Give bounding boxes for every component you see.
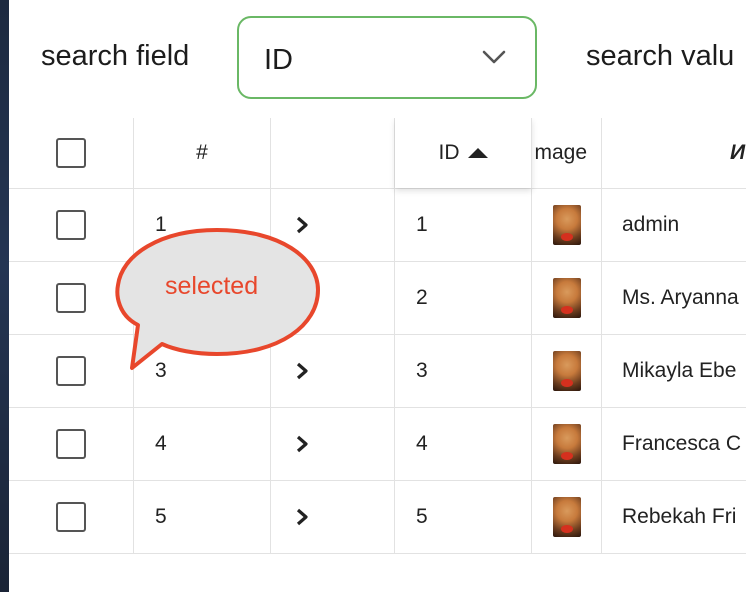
- kitten-thumbnail: [552, 424, 581, 464]
- row-name: admin: [622, 213, 680, 236]
- column-header-expand: [271, 118, 395, 188]
- select-all-checkbox[interactable]: [56, 138, 86, 168]
- row-name: Francesca C: [622, 432, 742, 455]
- row-expand-cell: [271, 481, 395, 553]
- kitten-thumbnail: [552, 497, 581, 537]
- row-checkbox[interactable]: [56, 356, 86, 386]
- row-image-cell: [532, 335, 602, 407]
- row-number-cell: 4: [134, 408, 271, 480]
- table-header: # ID mage И: [9, 118, 746, 189]
- select-all-cell: [9, 118, 134, 188]
- column-header-number-label: #: [196, 141, 208, 164]
- chevron-down-icon: [482, 50, 506, 64]
- selected-callout-text: selected: [165, 272, 259, 300]
- row-name: Ms. Aryanna: [622, 286, 739, 309]
- search-field-label: search field: [41, 40, 190, 72]
- search-field-select[interactable]: ID: [237, 16, 537, 99]
- row-number-cell: 5: [134, 481, 271, 553]
- kitten-thumbnail: [552, 278, 581, 318]
- column-header-image-label: mage: [534, 141, 587, 164]
- row-select-cell: [9, 408, 134, 480]
- row-name-cell: Rebekah Fri: [602, 481, 746, 553]
- row-name-cell: Ms. Aryanna: [602, 262, 746, 334]
- row-image-cell: [532, 408, 602, 480]
- kitten-thumbnail: [552, 351, 581, 391]
- row-id-cell: 5: [395, 481, 532, 553]
- row-image-cell: [532, 481, 602, 553]
- window-edge: [0, 0, 9, 592]
- chevron-right-icon[interactable]: [295, 434, 309, 454]
- row-id: 1: [416, 213, 428, 236]
- selected-callout-bubble: [115, 228, 320, 370]
- row-id-cell: 3: [395, 335, 532, 407]
- row-name-cell: Mikayla Ebe: [602, 335, 746, 407]
- row-name-cell: admin: [602, 189, 746, 261]
- row-number: 5: [155, 505, 167, 528]
- column-header-name-label: И: [730, 141, 746, 164]
- sort-ascending-icon: [467, 148, 488, 158]
- row-checkbox[interactable]: [56, 283, 86, 313]
- row-id: 2: [416, 286, 428, 309]
- column-header-name[interactable]: И: [602, 118, 746, 188]
- row-checkbox[interactable]: [56, 502, 86, 532]
- column-header-id[interactable]: ID: [395, 118, 532, 188]
- column-header-id-label: ID: [438, 141, 460, 164]
- row-name-cell: Francesca C: [602, 408, 746, 480]
- chevron-right-icon[interactable]: [295, 507, 309, 527]
- table-row[interactable]: 5 5 Rebekah Fri: [9, 481, 746, 554]
- row-checkbox[interactable]: [56, 429, 86, 459]
- row-number: 4: [155, 432, 167, 455]
- row-name: Mikayla Ebe: [622, 359, 737, 382]
- kitten-thumbnail: [552, 205, 581, 245]
- column-header-image[interactable]: mage: [532, 118, 602, 188]
- row-id-cell: 1: [395, 189, 532, 261]
- row-image-cell: [532, 262, 602, 334]
- search-value-label: search valu: [586, 40, 735, 72]
- row-id: 3: [416, 359, 428, 382]
- row-id-cell: 4: [395, 408, 532, 480]
- row-id: 5: [416, 505, 428, 528]
- search-toolbar: search field ID search valu: [9, 0, 746, 118]
- search-field-value: ID: [264, 44, 293, 76]
- row-select-cell: [9, 481, 134, 553]
- table-row[interactable]: 4 4 Francesca C: [9, 408, 746, 481]
- row-id-cell: 2: [395, 262, 532, 334]
- row-checkbox[interactable]: [56, 210, 86, 240]
- row-name: Rebekah Fri: [622, 505, 737, 528]
- row-id: 4: [416, 432, 428, 455]
- row-expand-cell: [271, 408, 395, 480]
- row-image-cell: [532, 189, 602, 261]
- column-header-number[interactable]: #: [134, 118, 271, 188]
